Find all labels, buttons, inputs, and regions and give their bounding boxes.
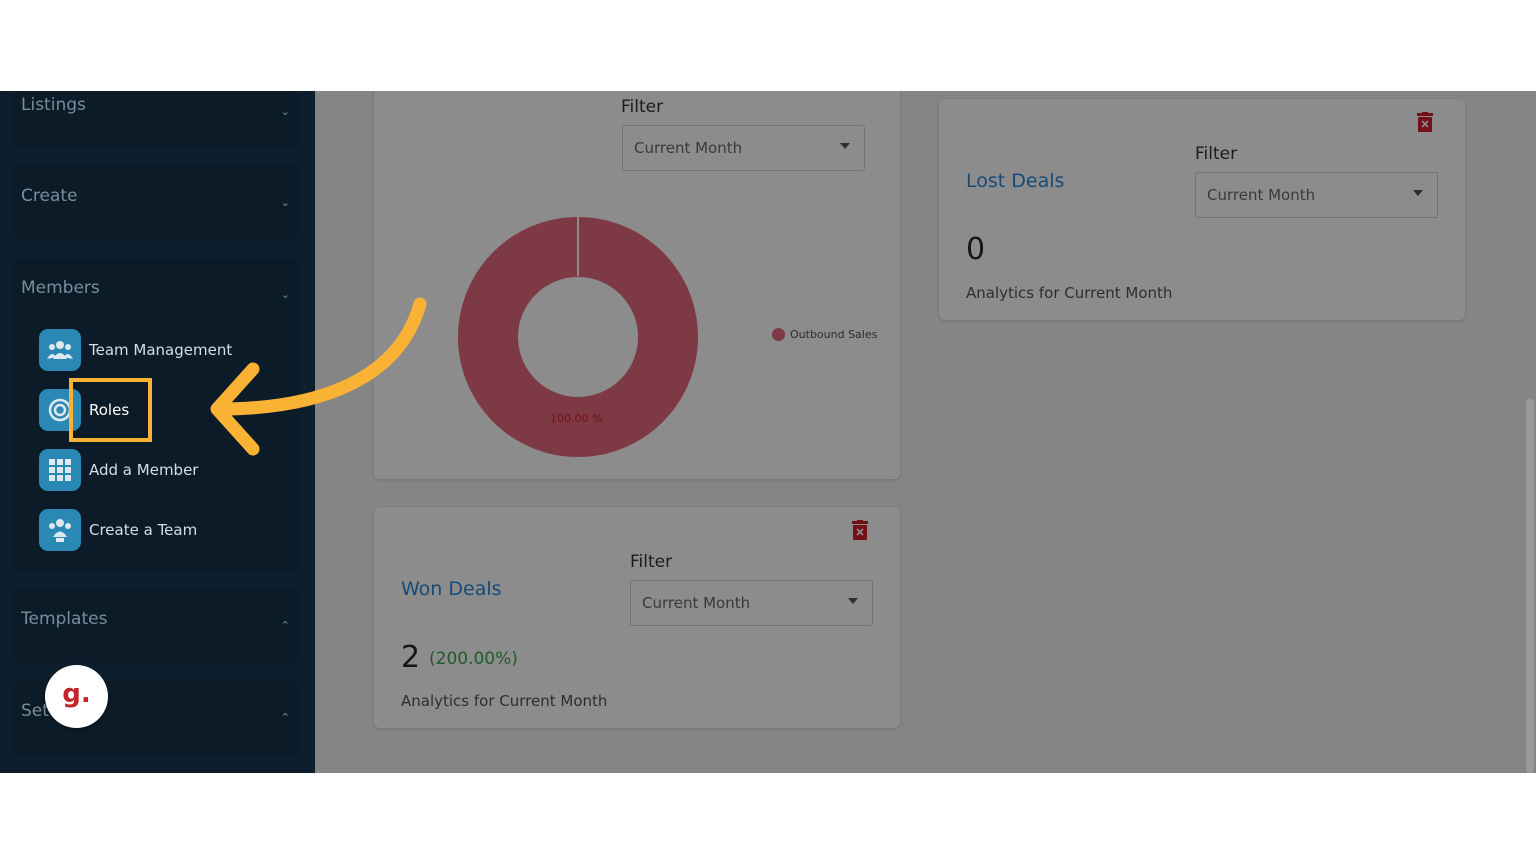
analytics-caption: Analytics for Current Month	[401, 692, 608, 710]
chevron-up-icon: ⌃	[280, 619, 290, 632]
card-title: Lost Deals	[966, 170, 1065, 192]
chevron-up-icon: ⌃	[280, 711, 290, 724]
sidebar-section-create[interactable]: Create ⌄	[14, 166, 298, 240]
filter-label: Filter	[1195, 144, 1238, 164]
sidebar-item-create-team[interactable]: Create a Team	[39, 509, 197, 551]
sidebar-section-label: Set	[21, 701, 49, 721]
select-value: Current Month	[634, 139, 743, 157]
sidebar-item-label: Create a Team	[89, 521, 198, 539]
period-select[interactable]: Current Month	[1195, 172, 1438, 218]
sidebar-section-label: Listings	[21, 95, 86, 115]
filter-label: Filter	[621, 97, 664, 117]
outbound-sales-card: Filter Current Month 100.00 % Outbound S…	[374, 91, 900, 479]
chevron-down-icon: ⌄	[280, 196, 290, 209]
trash-icon[interactable]	[851, 520, 869, 540]
legend-label: Outbound Sales	[790, 328, 878, 341]
sidebar-item-label: Add a Member	[89, 461, 199, 479]
deal-count: 0	[966, 232, 986, 267]
analytics-caption: Analytics for Current Month	[966, 284, 1173, 302]
select-value: Current Month	[642, 594, 751, 612]
period-select[interactable]: Current Month	[622, 125, 865, 171]
period-select[interactable]: Current Month	[630, 580, 873, 626]
sidebar-section-listings[interactable]: Listings ⌄	[14, 91, 298, 148]
app-frame: Listings ⌄ Create ⌄ Members ⌄ Team Manag…	[0, 91, 1536, 773]
main-content: Filter Current Month 100.00 % Outbound S…	[315, 91, 1536, 773]
change-percent: (200.00%)	[429, 649, 518, 669]
guide-badge[interactable]: g.	[45, 665, 108, 728]
sidebar-section-label[interactable]: Members	[21, 278, 100, 298]
lost-deals-card: Lost Deals Filter Current Month 0 Analyt…	[939, 99, 1465, 320]
group-icon	[39, 509, 81, 551]
caret-down-icon	[840, 143, 850, 149]
slice-value-label: 100.00 %	[550, 412, 603, 425]
chevron-down-icon: ⌄	[280, 105, 290, 118]
annotation-arrow-icon	[210, 297, 427, 456]
card-title: Won Deals	[401, 578, 502, 600]
guide-badge-logo: g.	[62, 678, 91, 709]
trash-icon[interactable]	[1416, 112, 1434, 132]
grid-icon	[39, 449, 81, 491]
highlight-box	[69, 378, 152, 442]
legend-swatch	[772, 328, 785, 341]
scrollbar-thumb[interactable]	[1526, 399, 1534, 773]
team-icon	[39, 329, 81, 371]
chart-legend: Outbound Sales	[772, 328, 877, 341]
caret-down-icon	[848, 598, 858, 604]
sidebar-section-templates[interactable]: Templates ⌃	[14, 589, 298, 663]
deal-count: 2	[401, 640, 421, 675]
sidebar-section-label: Create	[21, 186, 78, 206]
select-value: Current Month	[1207, 186, 1316, 204]
filter-label: Filter	[630, 552, 673, 572]
sidebar-item-add-member[interactable]: Add a Member	[39, 449, 198, 491]
won-deals-card: Won Deals Filter Current Month 2 (200.00…	[374, 507, 900, 728]
sidebar-section-label: Templates	[21, 609, 108, 629]
caret-down-icon	[1413, 190, 1423, 196]
